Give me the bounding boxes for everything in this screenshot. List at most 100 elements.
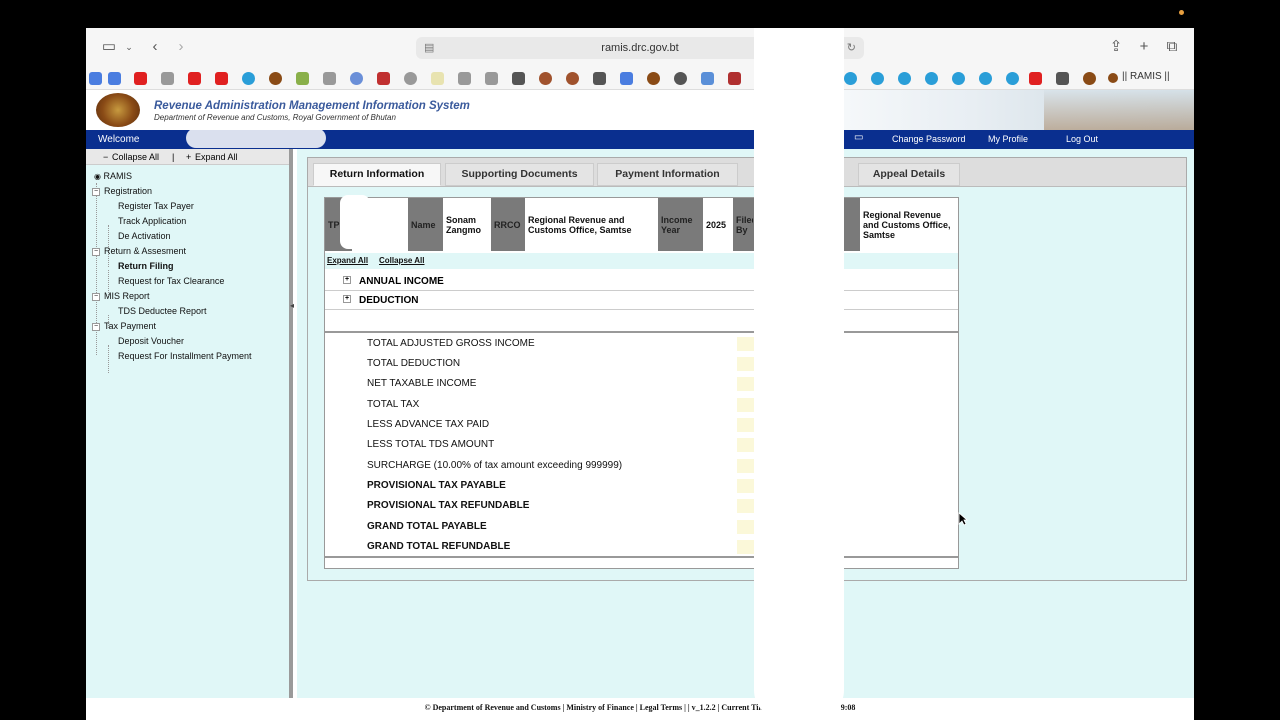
summary-label: TOTAL TAX — [367, 399, 420, 410]
forward-icon[interactable]: › — [174, 38, 188, 56]
menu-group-return-assesment[interactable]: − Return & Assesment — [92, 246, 186, 256]
tab-appeal-details[interactable]: Appeal Details — [858, 163, 960, 186]
tab-title[interactable]: || RAMIS || — [1122, 71, 1170, 82]
reload-icon[interactable]: ↻ — [847, 37, 856, 59]
expand-icon[interactable]: + — [343, 276, 351, 284]
tree-separator: | — [172, 152, 175, 162]
menu-group-tax-payment[interactable]: − Tax Payment — [92, 321, 156, 331]
favorite-icon[interactable] — [512, 72, 525, 85]
favorite-icon[interactable] — [952, 72, 965, 85]
summary-label: TOTAL DEDUCTION — [367, 358, 461, 369]
menu-item-tax-clearance[interactable]: Request for Tax Clearance — [118, 276, 224, 286]
tabs-overview-icon[interactable]: ⧉ — [1164, 38, 1180, 56]
chat-icon[interactable]: ▭ — [854, 132, 863, 143]
collapse-icon[interactable]: − — [92, 187, 100, 196]
favorite-icon[interactable] — [161, 72, 174, 85]
menu-item-tds-deductee-report[interactable]: TDS Deductee Report — [118, 306, 207, 316]
summary-label: NET TAXABLE INCOME — [367, 378, 477, 389]
collapse-all-icon[interactable]: − — [103, 152, 108, 162]
amount-field — [737, 438, 755, 452]
amount-field — [737, 479, 755, 493]
collapse-icon[interactable]: − — [92, 322, 100, 331]
change-password-link[interactable]: Change Password — [892, 134, 966, 144]
summary-label: LESS TOTAL TDS AMOUNT — [367, 439, 495, 450]
panel-collapse-handle-icon[interactable]: ◂ — [290, 301, 294, 310]
logout-link[interactable]: Log Out — [1066, 134, 1098, 144]
favorite-icon[interactable] — [269, 72, 282, 85]
favorite-icon[interactable] — [979, 72, 992, 85]
favorite-icon[interactable] — [566, 72, 579, 85]
tree-controls: − Collapse All | + Expand All — [86, 149, 289, 165]
favorite-icon[interactable] — [134, 72, 147, 85]
favorite-icon[interactable] — [844, 72, 857, 85]
expand-all-icon[interactable]: + — [186, 152, 191, 162]
filed-by-label: Filed By — [733, 198, 753, 251]
menu-item-deposit-voucher[interactable]: Deposit Voucher — [118, 336, 184, 346]
browser-window: ▭ ⌄ ‹ › ▤ ramis.drc.gov.bt ↻ ⇪ + ⧉ || RA… — [86, 28, 1194, 720]
favorite-icon[interactable] — [1083, 72, 1096, 85]
summary-label: GRAND TOTAL REFUNDABLE — [367, 541, 511, 552]
amount-field — [737, 337, 755, 351]
favorite-icon[interactable] — [674, 72, 687, 85]
new-tab-icon[interactable]: + — [1136, 38, 1152, 56]
favorite-icon[interactable] — [89, 72, 102, 85]
menu-item-return-filing[interactable]: Return Filing — [118, 261, 174, 271]
favorite-icon[interactable] — [377, 72, 390, 85]
share-icon[interactable]: ⇪ — [1108, 38, 1124, 56]
favorite-icon[interactable] — [539, 72, 552, 85]
tab-return-information[interactable]: Return Information — [313, 163, 441, 186]
my-profile-link[interactable]: My Profile — [988, 134, 1028, 144]
section-annual-income[interactable]: + ANNUAL INCOME — [325, 272, 958, 291]
amount-field — [737, 357, 755, 371]
menu-group-registration[interactable]: − Registration — [92, 186, 152, 196]
menu-item-de-activation[interactable]: De Activation — [118, 231, 171, 241]
back-icon[interactable]: ‹ — [148, 38, 162, 56]
menu-item-register-tax-payer[interactable]: Register Tax Payer — [118, 201, 194, 211]
favorite-icon[interactable] — [871, 72, 884, 85]
amount-field — [737, 398, 755, 412]
collapse-icon[interactable]: − — [92, 292, 100, 301]
tree-root[interactable]: ◉ RAMIS — [94, 171, 132, 181]
chevron-down-icon[interactable]: ⌄ — [124, 38, 134, 56]
collapse-icon[interactable]: − — [92, 247, 100, 256]
collapse-all-button[interactable]: Collapse All — [112, 152, 159, 162]
favorite-icon[interactable] — [1006, 72, 1019, 85]
sidebar-toggle-icon[interactable]: ▭ — [100, 38, 118, 56]
favorite-icon[interactable] — [1056, 72, 1069, 85]
redaction-overlay — [340, 195, 370, 249]
favorite-icon[interactable] — [108, 72, 121, 85]
favorite-icon[interactable] — [458, 72, 471, 85]
favorite-icon[interactable] — [593, 72, 606, 85]
system-title: Revenue Administration Management Inform… — [154, 100, 470, 112]
menu-group-mis-report[interactable]: − MIS Report — [92, 291, 150, 301]
favorite-icon[interactable] — [485, 72, 498, 85]
favorite-icon[interactable] — [431, 72, 444, 85]
favorite-icon[interactable] — [404, 72, 417, 85]
menu-item-track-application[interactable]: Track Application — [118, 216, 186, 226]
expand-all-link[interactable]: Expand All — [327, 256, 368, 265]
favorite-icon[interactable] — [242, 72, 255, 85]
favorite-icon[interactable] — [898, 72, 911, 85]
favorite-icon[interactable] — [296, 72, 309, 85]
expand-icon[interactable]: + — [343, 295, 351, 303]
favorite-icon[interactable] — [215, 72, 228, 85]
favorite-icon[interactable] — [620, 72, 633, 85]
favorite-icon[interactable] — [701, 72, 714, 85]
favorite-icon[interactable] — [647, 72, 660, 85]
browser-toolbar: ▭ ⌄ ‹ › ▤ ramis.drc.gov.bt ↻ ⇪ + ⧉ — [86, 28, 1194, 66]
menu-item-installment-payment[interactable]: Request For Installment Payment — [118, 351, 252, 361]
page-icon: ▤ — [424, 42, 435, 54]
favorite-icon[interactable] — [728, 72, 741, 85]
favorite-icon[interactable] — [925, 72, 938, 85]
expand-all-button[interactable]: Expand All — [195, 152, 238, 162]
collapse-all-link[interactable]: Collapse All — [379, 256, 425, 265]
section-deduction[interactable]: + DEDUCTION — [325, 291, 958, 310]
favorite-icon[interactable] — [1029, 72, 1042, 85]
office-value: Regional Revenue and Customs Office, Sam… — [860, 198, 958, 251]
tab-supporting-documents[interactable]: Supporting Documents — [445, 163, 594, 186]
tab-payment-information[interactable]: Payment Information — [597, 163, 738, 186]
favorite-icon[interactable] — [323, 72, 336, 85]
favorite-icon[interactable] — [350, 72, 363, 85]
favorite-icon[interactable] — [188, 72, 201, 85]
summary-label: GRAND TOTAL PAYABLE — [367, 521, 487, 532]
